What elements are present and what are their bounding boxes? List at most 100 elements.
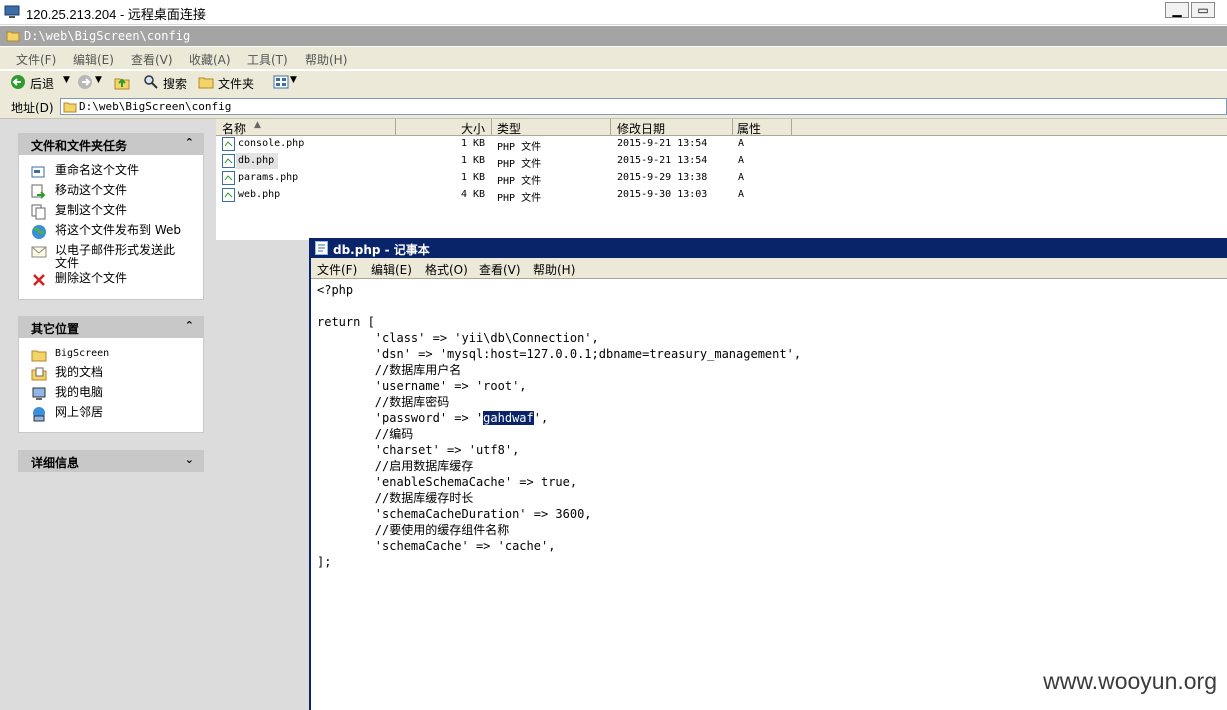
php-file-icon: [222, 154, 235, 168]
copy-icon: [31, 204, 46, 220]
code-line: <?php: [317, 283, 354, 297]
collapse-icon[interactable]: ⌃: [185, 319, 194, 332]
chevron-down-icon: ▼: [63, 75, 70, 85]
address-input[interactable]: D:\web\BigScreen\config: [60, 98, 1227, 115]
menu-edit[interactable]: 编辑(E): [73, 51, 114, 68]
file-tasks-panel: 文件和文件夹任务 ⌃ 重命名这个文件 移动这个文件 复制这个文件 将这个文件发布…: [18, 133, 204, 300]
file-size: 4 KB: [461, 189, 486, 200]
other-places-header[interactable]: 其它位置 ⌃: [18, 316, 204, 338]
rdp-window-title: 120.25.213.204 - 远程桌面连接: [26, 7, 206, 22]
explorer-background: [216, 240, 311, 710]
rename-icon: [31, 166, 45, 178]
file-modified: 2015-9-29 13:38: [617, 172, 708, 183]
php-file-icon: [222, 171, 235, 185]
file-name: params.php: [238, 172, 299, 183]
explorer-toolbar: 后退 ▼ ▼ 搜索 文件夹 ▼: [0, 70, 1227, 97]
file-attr: A: [738, 189, 745, 200]
other-places-body: BigScreen 我的文档 我的电脑 网上邻居: [18, 338, 204, 433]
code-line: //数据库用户名: [317, 363, 462, 377]
file-row[interactable]: web.php 4 KB PHP 文件 2015-9-30 13:03 A: [216, 187, 1227, 204]
password-suffix: ',: [533, 411, 549, 425]
forward-arrow-icon: [78, 75, 92, 89]
file-modified: 2015-9-21 13:54: [617, 155, 708, 166]
watermark: www.wooyun.org: [1043, 668, 1217, 694]
address-value: D:\web\BigScreen\config: [79, 100, 232, 113]
column-size[interactable]: 大小: [461, 120, 485, 137]
menu-view[interactable]: 查看(V): [131, 51, 173, 68]
notepad-text-area[interactable]: <?php return [ 'class' => 'yii\db\Connec…: [313, 279, 1227, 710]
collapse-icon[interactable]: ⌃: [185, 136, 194, 149]
folder-icon: [31, 350, 47, 362]
notepad-menu-bar: 文件(F) 编辑(E) 格式(O) 查看(V) 帮助(H): [311, 258, 1227, 279]
code-line: ];: [317, 555, 332, 569]
menu-file[interactable]: 文件(F): [16, 51, 56, 68]
code-line-password: 'password' => 'gahdwaf',: [317, 410, 548, 426]
notepad-title-bar[interactable]: db.php - 记事本: [311, 238, 1227, 258]
file-tasks-header[interactable]: 文件和文件夹任务 ⌃: [18, 133, 204, 155]
task-pane: 文件和文件夹任务 ⌃ 重命名这个文件 移动这个文件 复制这个文件 将这个文件发布…: [0, 119, 216, 710]
code-line: //编码: [317, 427, 414, 441]
file-modified: 2015-9-30 13:03: [617, 189, 708, 200]
column-separator: [791, 119, 792, 135]
rdp-minimize-button[interactable]: ▁: [1165, 2, 1189, 18]
code-line: //数据库密码: [317, 395, 450, 409]
sort-ascending-icon: ▲: [254, 120, 261, 130]
globe-icon: [32, 225, 46, 239]
menu-tools[interactable]: 工具(T): [247, 51, 288, 68]
search-icon: [144, 75, 158, 89]
column-modified[interactable]: 修改日期: [617, 120, 665, 137]
column-separator: [732, 119, 733, 135]
file-row-selected[interactable]: db.php 1 KB PHP 文件 2015-9-21 13:54 A: [216, 153, 1227, 170]
np-menu-help[interactable]: 帮助(H): [533, 261, 575, 278]
column-name[interactable]: 名称: [222, 120, 246, 137]
email-icon: [31, 246, 47, 258]
menu-help[interactable]: 帮助(H): [305, 51, 347, 68]
file-attr: A: [738, 172, 745, 183]
file-tasks-body: 重命名这个文件 移动这个文件 复制这个文件 将这个文件发布到 Web 以电子邮件…: [18, 155, 204, 300]
code-line: //启用数据库缓存: [317, 459, 474, 473]
rdp-maximize-button[interactable]: ▭: [1191, 2, 1215, 18]
np-menu-format[interactable]: 格式(O): [425, 261, 468, 278]
file-list-header: 名称 ▲ 大小 类型 修改日期 属性: [216, 119, 1227, 136]
file-size: 1 KB: [461, 155, 486, 166]
column-attr[interactable]: 属性: [737, 120, 761, 137]
code-line: 'schemaCache' => 'cache',: [317, 539, 556, 553]
details-header[interactable]: 详细信息 ⌄: [18, 450, 204, 472]
code-line: //要使用的缓存组件名称: [317, 523, 510, 537]
back-arrow-icon: [11, 75, 25, 89]
np-menu-view[interactable]: 查看(V): [479, 261, 521, 278]
address-bar: 地址(D) D:\web\BigScreen\config: [0, 96, 1227, 119]
file-size: 1 KB: [461, 138, 486, 149]
menu-favorites[interactable]: 收藏(A): [189, 51, 231, 68]
file-row[interactable]: params.php 1 KB PHP 文件 2015-9-29 13:38 A: [216, 170, 1227, 187]
code-line: 'class' => 'yii\db\Connection',: [317, 331, 599, 345]
file-modified: 2015-9-21 13:54: [617, 138, 708, 149]
file-name: console.php: [238, 138, 305, 149]
file-name: web.php: [238, 189, 281, 200]
column-separator: [610, 119, 611, 135]
explorer-title-bar: D:\web\BigScreen\config: [0, 26, 1227, 46]
folder-icon: [6, 31, 20, 42]
column-type[interactable]: 类型: [497, 120, 521, 137]
chevron-down-icon: ▼: [290, 75, 297, 85]
other-places-title: 其它位置: [31, 322, 80, 336]
column-separator: [491, 119, 492, 135]
file-tasks-title: 文件和文件夹任务: [31, 139, 128, 153]
file-name: db.php: [238, 155, 275, 166]
other-places-panel: 其它位置 ⌃ BigScreen 我的文档 我的电脑 网上邻居: [18, 316, 204, 433]
expand-icon[interactable]: ⌄: [185, 453, 194, 466]
up-folder-icon[interactable]: [114, 74, 130, 90]
notepad-window: db.php - 记事本 文件(F) 编辑(E) 格式(O) 查看(V) 帮助(…: [309, 238, 1227, 710]
minimize-icon: ▁: [1172, 3, 1182, 17]
file-row[interactable]: console.php 1 KB PHP 文件 2015-9-21 13:54 …: [216, 136, 1227, 153]
details-title: 详细信息: [31, 456, 80, 470]
php-file-icon: [222, 188, 235, 202]
move-icon: [31, 184, 46, 199]
code-line: 'enableSchemaCache' => true,: [317, 475, 578, 489]
file-list: 名称 ▲ 大小 类型 修改日期 属性 console.php 1 KB PHP …: [216, 119, 1227, 240]
np-menu-file[interactable]: 文件(F): [317, 261, 357, 278]
code-line: 'schemaCacheDuration' => 3600,: [317, 507, 592, 521]
np-menu-edit[interactable]: 编辑(E): [371, 261, 412, 278]
file-type: PHP 文件: [497, 193, 542, 204]
file-type: PHP 文件: [497, 176, 542, 187]
